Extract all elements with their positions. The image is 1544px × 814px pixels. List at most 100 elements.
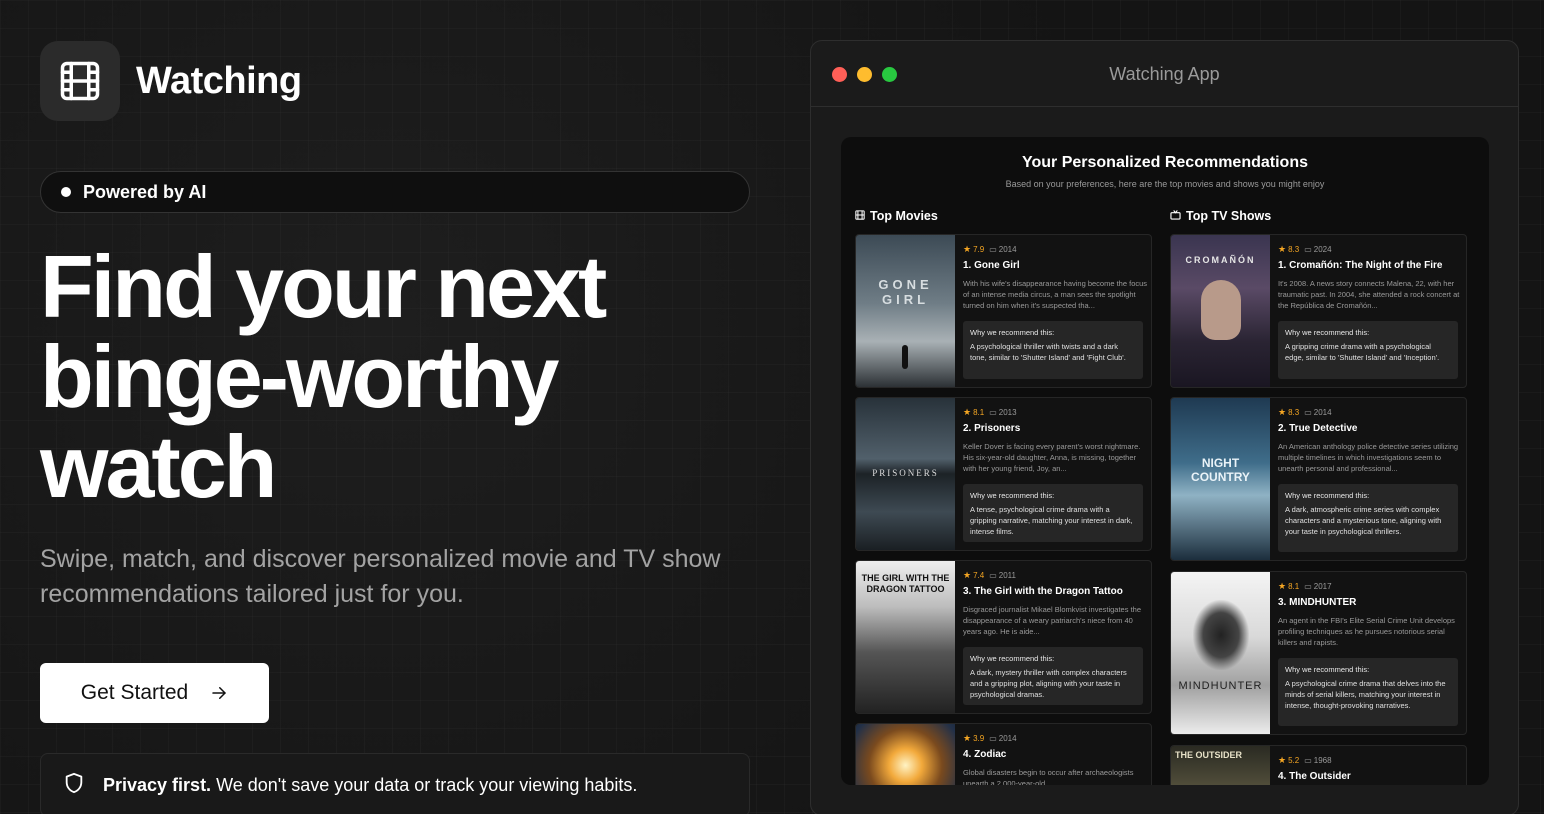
calendar-icon: ▭ — [1304, 245, 1312, 254]
why-label: Why we recommend this: — [1285, 491, 1370, 500]
calendar-icon: ▭ — [989, 245, 997, 254]
hero-line-2: binge-worthy — [40, 327, 559, 426]
star-icon: ★ — [1278, 755, 1287, 765]
movie-meta: ★ 7.9 ▭ 2014 — [963, 244, 1017, 255]
powered-by-badge: Powered by AI — [40, 171, 750, 213]
why-label: Why we recommend this: — [1285, 328, 1370, 337]
why-box: Why we recommend this: A tense, psycholo… — [963, 484, 1143, 542]
show-card[interactable]: THE OUTSIDER ★ 5.2 ▭ 1968 4. The Outsider — [1170, 745, 1467, 785]
show-title: 3. MINDHUNTER — [1278, 597, 1357, 608]
calendar-icon: ▭ — [989, 734, 997, 743]
show-rating: 8.3 — [1288, 408, 1300, 417]
calendar-icon: ▭ — [989, 571, 997, 580]
movie-card[interactable]: PRISONERS ★ 8.1 ▭ 2013 2. Prisoners Keller … — [855, 397, 1152, 551]
why-box: Why we recommend this: A psychological t… — [963, 321, 1143, 379]
get-started-button[interactable]: Get Started — [40, 663, 269, 723]
calendar-icon: ▭ — [1304, 756, 1312, 765]
top-movies-label: Top Movies — [870, 209, 938, 223]
star-icon: ★ — [1278, 407, 1287, 417]
recommendations-title: Your Personalized Recommendations — [1022, 154, 1308, 171]
movie-card[interactable]: ★ 3.9 ▭ 2014 4. Zodiac Global disasters beg… — [855, 723, 1152, 785]
badge-dot — [61, 187, 71, 197]
top-shows-label: Top TV Shows — [1186, 209, 1272, 223]
show-description: An American anthology police detective s… — [1278, 442, 1459, 473]
why-label: Why we recommend this: — [970, 654, 1055, 663]
show-poster: THE OUTSIDER — [1171, 746, 1270, 785]
show-poster: CROMAÑÓN — [1171, 235, 1270, 387]
show-poster: NIGHT COUNTRY — [1171, 398, 1270, 560]
show-card[interactable]: NIGHT COUNTRY ★ 8.3 ▭ 2014 2. True Detectiv… — [1170, 397, 1467, 561]
brand: Watching — [40, 41, 302, 121]
movie-poster: PRISONERS — [856, 398, 955, 550]
show-rating: 8.3 — [1288, 245, 1300, 254]
hero-line-1: Find your next — [40, 237, 607, 336]
privacy-text: We don't save your data or track your vi… — [216, 774, 638, 795]
poster-figure — [902, 345, 908, 369]
show-card[interactable]: MINDHUNTER ★ 8.1 ▭ 2017 3. MINDHUNTER An ag… — [1170, 571, 1467, 735]
show-meta: ★ 8.3 ▭ 2014 — [1278, 407, 1332, 418]
movie-meta: ★ 7.4 ▭ 2011 — [963, 570, 1016, 581]
why-label: Why we recommend this: — [970, 491, 1055, 500]
why-text: A psychological crime drama that delves … — [1285, 679, 1446, 710]
show-meta: ★ 8.3 ▭ 2024 — [1278, 244, 1332, 255]
star-icon: ★ — [963, 407, 972, 417]
hero-heading: Find your next binge-worthy watch — [40, 242, 740, 512]
poster-title: NIGHT COUNTRY — [1191, 456, 1250, 484]
movie-title: 4. Zodiac — [963, 749, 1007, 760]
poster-face — [1201, 280, 1241, 340]
movie-card[interactable]: THE GIRL WITH THE DRAGON TATTOO ★ 7.4 ▭ 201… — [855, 560, 1152, 714]
poster-title: THE OUTSIDER — [1175, 750, 1243, 760]
calendar-icon: ▭ — [1304, 582, 1312, 591]
show-title: 4. The Outsider — [1278, 771, 1351, 782]
movie-year: 2014 — [998, 734, 1017, 743]
film-icon — [855, 209, 870, 223]
movie-meta: ★ 8.1 ▭ 2013 — [963, 407, 1017, 418]
arrow-right-icon — [210, 684, 228, 702]
hero-line-3: watch — [40, 417, 277, 516]
why-text: A gripping crime drama with a psychologi… — [1285, 342, 1440, 362]
show-meta: ★ 5.2 ▭ 1968 — [1278, 755, 1332, 766]
film-icon — [40, 41, 120, 121]
why-box: Why we recommend this: A gripping crime … — [1278, 321, 1458, 379]
why-box: Why we recommend this: A dark, atmospher… — [1278, 484, 1458, 552]
star-icon: ★ — [963, 570, 972, 580]
privacy-bold: Privacy first. — [103, 774, 212, 795]
movie-rating: 7.4 — [973, 571, 985, 580]
movie-year: 2013 — [998, 408, 1017, 417]
movie-rating: 7.9 — [973, 245, 985, 254]
star-icon: ★ — [1278, 581, 1287, 591]
movie-title: 2. Prisoners — [963, 423, 1021, 434]
movie-description: With his wife's disappearance having bec… — [963, 279, 1148, 310]
movie-year: 2011 — [998, 571, 1016, 580]
show-rating: 5.2 — [1288, 756, 1300, 765]
get-started-label: Get Started — [80, 681, 189, 704]
why-text: A dark, atmospheric crime series with co… — [1285, 505, 1442, 536]
top-movies-heading: Top Movies — [855, 209, 938, 223]
poster-title: MINDHUNTER — [1178, 680, 1263, 692]
tv-icon — [1170, 209, 1186, 223]
brand-name: Watching — [136, 59, 302, 102]
movie-title: 1. Gone Girl — [963, 260, 1020, 271]
show-card[interactable]: CROMAÑÓN ★ 8.3 ▭ 2024 1. Cromañón: The Nigh… — [1170, 234, 1467, 388]
movie-poster: GONE GIRL — [856, 235, 955, 387]
poster-title: CROMAÑÓN — [1185, 255, 1256, 265]
movie-rating: 8.1 — [973, 408, 985, 417]
show-description: An agent in the FBI's Elite Serial Crime… — [1278, 616, 1455, 647]
movie-title: 3. The Girl with the Dragon Tattoo — [963, 586, 1123, 597]
show-poster: MINDHUNTER — [1171, 572, 1270, 734]
show-rating: 8.1 — [1288, 582, 1300, 591]
movie-rating: 3.9 — [973, 734, 985, 743]
poster-title: THE GIRL WITH THE DRAGON TATTOO — [861, 573, 950, 594]
movie-description: Disgraced journalist Mikael Blomkvist in… — [963, 605, 1141, 636]
shield-icon — [63, 772, 85, 799]
recommendations-subtitle: Based on your preferences, here are the … — [1005, 179, 1325, 189]
show-year: 2024 — [1313, 245, 1332, 254]
movie-card[interactable]: GONE GIRL ★ 7.9 ▭ 2014 1. Gone Girl With hi… — [855, 234, 1152, 388]
why-label: Why we recommend this: — [970, 328, 1055, 337]
recommendations-panel: Your Personalized Recommendations Based … — [841, 137, 1489, 785]
top-shows-heading: Top TV Shows — [1170, 209, 1271, 223]
window-titlebar: Watching App — [811, 41, 1518, 107]
calendar-icon: ▭ — [1304, 408, 1312, 417]
star-icon: ★ — [1278, 244, 1287, 254]
show-year: 2014 — [1313, 408, 1332, 417]
